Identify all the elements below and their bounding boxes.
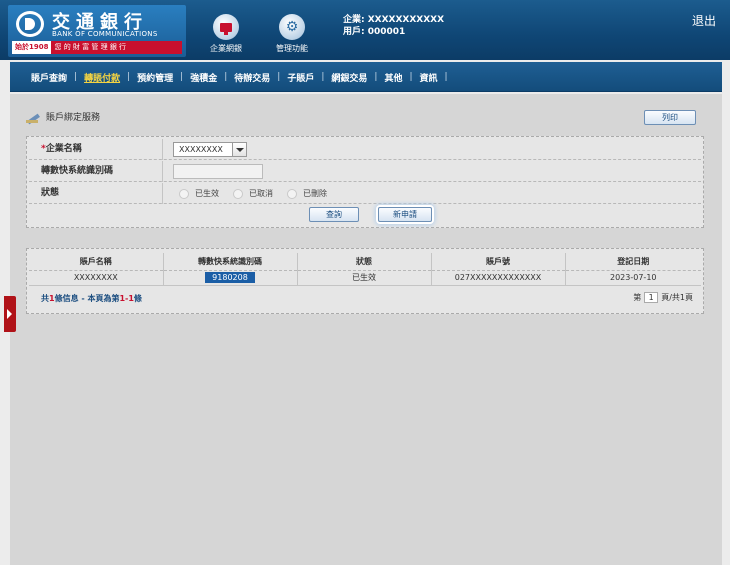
status-cancelled-label: 已取消 [249,189,273,198]
results-table: 賬戶名稱 轉數快系統識別碼 狀態 賬戶號 登記日期 XXXXXXXX 91802… [29,253,701,286]
gear-icon: ⚙ [279,14,305,40]
cell-account-no: 027XXXXXXXXXXXXX [431,270,566,286]
menu-item-4[interactable]: 待辦交易 [227,71,277,84]
status-radio-group: 已生效 已取消 已刪除 [179,183,341,204]
bank-logo: 交通銀行 BANK OF COMMUNICATIONS 始於1908 您 的 財 … [8,5,186,57]
bank-logo-icon [16,11,44,37]
col-account-no: 賬戶號 [431,253,566,271]
status-label: 狀態 [29,183,163,204]
search-form: *企業名稱 XXXXXXXX 轉數快系統識別碼 狀態 已生效 已取消 已刪除 查… [26,136,704,228]
fps-id-link[interactable]: 9180208 [205,272,255,283]
menu-separator: | [444,72,448,82]
nav-enterprise-label: 企業網銀 [210,44,242,53]
menu-item-2[interactable]: 預約管理 [130,71,180,84]
logout-link[interactable]: 退出 [692,12,716,29]
nav-enterprise-banking[interactable]: 企業網銀 [196,14,256,54]
print-button[interactable]: 列印 [644,110,696,125]
search-button[interactable]: 查詢 [309,207,359,222]
form-row-fps: 轉數快系統識別碼 [29,161,701,182]
menu-item-0[interactable]: 賬戶查詢 [24,71,74,84]
menu-list: 賬戶查詢 | 轉賬付款 | 預約管理 | 強積金 | 待辦交易 | 子賬戶 | 網銀交易 | 其他 | 資訊 | [10,62,722,92]
slogan-text: 您 的 財 富 管 理 銀 行 [54,43,127,51]
sidebar-toggle[interactable] [4,296,16,332]
form-buttons: 查詢 新申請 [27,204,703,225]
col-account-name: 賬戶名稱 [29,253,164,271]
bank-name-en: BANK OF COMMUNICATIONS [52,30,158,38]
col-fps-id: 轉數快系統識別碼 [163,253,298,271]
menu-item-1[interactable]: 轉賬付款 [77,71,127,84]
page-number-input[interactable]: 1 [644,292,659,303]
status-radio-deleted[interactable] [287,188,297,199]
menu-item-8[interactable]: 資訊 [413,71,445,84]
fps-id-input[interactable] [173,164,263,179]
menu-item-5[interactable]: 子賬戶 [280,71,321,84]
new-application-button[interactable]: 新申請 [378,207,432,222]
header-bar: 交通銀行 BANK OF COMMUNICATIONS 始於1908 您 的 財 … [0,0,730,60]
pencil-icon [26,111,42,123]
user-line: 用戶: 000001 [343,27,406,37]
status-effective-label: 已生效 [195,189,219,198]
company-line: 企業: XXXXXXXXXXX [343,15,445,25]
menu-item-7[interactable]: 其他 [377,71,409,84]
page-title: 賬戶綁定服務 [26,110,100,123]
cell-fps-id[interactable]: 9180208 [163,270,298,286]
menu-item-3[interactable]: 強積金 [183,71,224,84]
status-radio-cancelled[interactable] [233,188,243,199]
record-count: 共1條信息 - 本頁為第1-1條 [41,294,142,303]
form-row-company: *企業名稱 XXXXXXXX [29,139,701,160]
company-select[interactable]: XXXXXXXX [173,142,247,157]
user-info: 企業: XXXXXXXXXXX 用戶: 000001 [343,14,444,38]
nav-management[interactable]: ⚙ 管理功能 [262,14,322,54]
menu-item-6[interactable]: 網銀交易 [324,71,374,84]
results-panel: 賬戶名稱 轉數快系統識別碼 狀態 賬戶號 登記日期 XXXXXXXX 91802… [26,248,704,314]
main-menu: 賬戶查詢 | 轉賬付款 | 預約管理 | 強積金 | 待辦交易 | 子賬戶 | 網銀交易 | 其他 | 資訊 | [10,62,722,92]
table-header-row: 賬戶名稱 轉數快系統識別碼 狀態 賬戶號 登記日期 [29,253,701,271]
cell-reg-date: 2023-07-10 [565,270,701,286]
col-reg-date: 登記日期 [565,253,701,271]
cell-account-name: XXXXXXXX [29,270,164,286]
company-label: *企業名稱 [29,139,163,160]
bank-slogan: 始於1908 您 的 財 富 管 理 銀 行 [12,41,182,54]
status-radio-effective[interactable] [179,188,189,199]
form-row-status: 狀態 已生效 已取消 已刪除 [29,183,701,204]
fps-label: 轉數快系統識別碼 [29,161,163,182]
chevron-down-icon [232,143,246,156]
monitor-icon [213,14,239,40]
nav-management-label: 管理功能 [276,44,308,53]
since-badge: 始於1908 [12,41,52,54]
cell-status: 已生效 [297,270,432,286]
content-area: 賬戶綁定服務 列印 *企業名稱 XXXXXXXX 轉數快系統識別碼 狀態 已生效… [10,94,722,565]
pager: 第 1 頁/共1頁 [633,292,693,303]
table-row[interactable]: XXXXXXXX 9180208 已生效 027XXXXXXXXXXXXX 20… [29,270,701,286]
col-status: 狀態 [297,253,432,271]
page-title-text: 賬戶綁定服務 [46,113,101,123]
status-deleted-label: 已刪除 [303,189,327,198]
